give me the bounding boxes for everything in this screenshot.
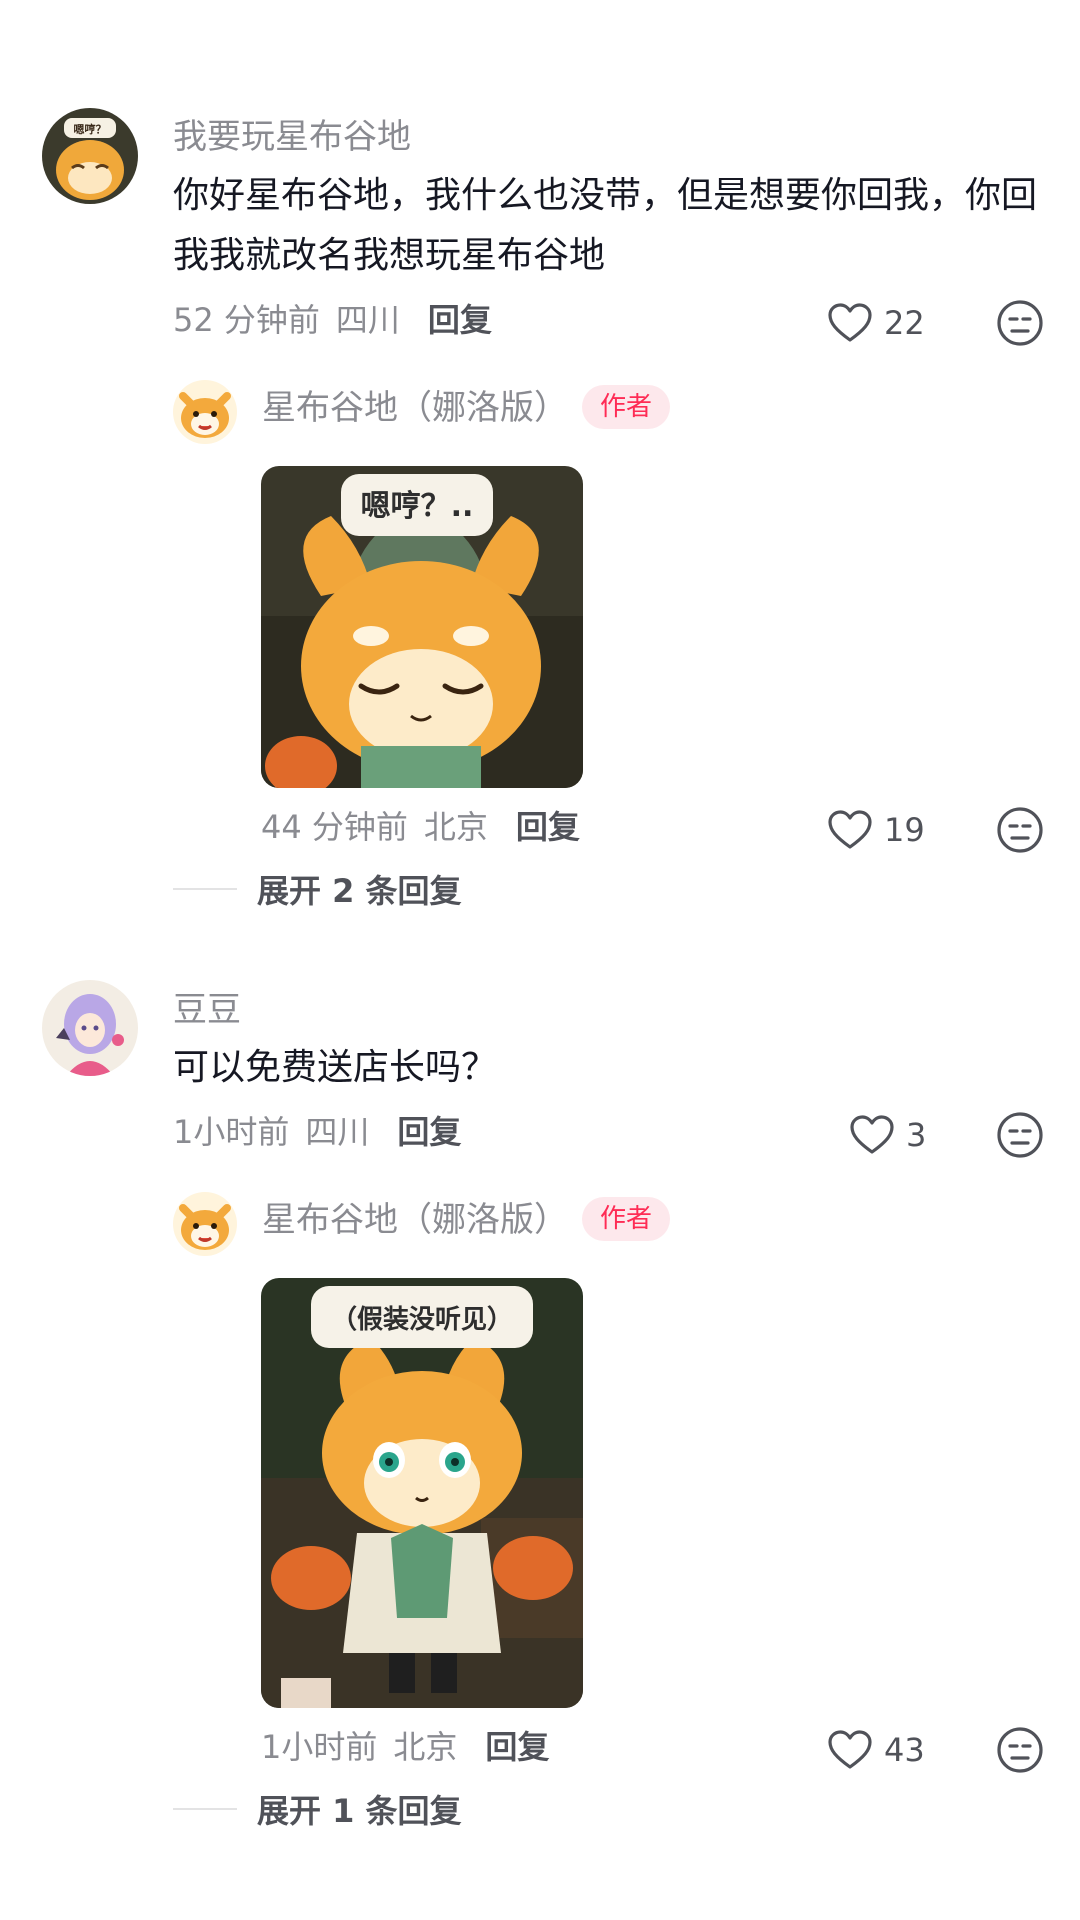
comment-username[interactable]: 豆豆	[173, 988, 241, 1032]
comment-meta: 1小时前 四川 回复	[173, 1110, 461, 1154]
sticker-image[interactable]: 嗯哼？..	[261, 466, 583, 788]
expand-replies-button[interactable]: 展开 2 条回复	[173, 866, 462, 912]
dislike-button[interactable]	[995, 805, 1045, 855]
reply-button[interactable]: 回复	[397, 1113, 461, 1151]
like-count: 3	[906, 1116, 927, 1154]
neutral-face-icon	[997, 1112, 1043, 1158]
heart-outline-icon	[850, 1115, 894, 1154]
sticker-caption: 嗯哼？..	[361, 489, 474, 524]
heart-outline-icon	[828, 1730, 872, 1769]
heart-outline-icon	[828, 303, 872, 342]
author-avatar[interactable]	[173, 1192, 237, 1256]
expand-label: 展开 2 条回复	[257, 872, 462, 910]
neutral-face-icon	[997, 300, 1043, 346]
dislike-button[interactable]	[995, 1725, 1045, 1775]
neutral-face-icon	[997, 1727, 1043, 1773]
author-badge: 作者	[582, 1197, 671, 1241]
neutral-face-icon	[997, 807, 1043, 853]
author-badge: 作者	[582, 385, 671, 429]
like-count: 19	[884, 811, 925, 849]
reply-meta: 44 分钟前 北京 回复	[261, 805, 580, 849]
reply-button[interactable]: 回复	[516, 808, 580, 846]
reply-button[interactable]: 回复	[485, 1728, 549, 1766]
comment-time: 52 分钟前	[173, 301, 320, 339]
reply-username[interactable]: 星布谷地（娜洛版）	[262, 1198, 568, 1242]
heart-outline-icon	[828, 810, 872, 849]
divider-line	[173, 1808, 237, 1810]
reply-username[interactable]: 星布谷地（娜洛版）	[262, 386, 568, 430]
reply-button[interactable]: 回复	[428, 301, 492, 339]
sticker-caption: （假装没听见）	[331, 1305, 513, 1335]
reply-location: 北京	[393, 1728, 458, 1766]
comment-location: 四川	[305, 1113, 370, 1151]
fox-avatar-image	[173, 1192, 237, 1256]
comment-meta: 52 分钟前 四川 回复	[173, 298, 492, 342]
avatar-image: 嗯哼？	[42, 108, 138, 204]
like-button[interactable]: 3	[848, 1111, 926, 1159]
like-count: 22	[884, 304, 925, 342]
avatar-image	[42, 980, 138, 1076]
dislike-button[interactable]	[995, 298, 1045, 348]
like-button[interactable]: 22	[826, 299, 925, 347]
comment-text: 可以免费送店长吗？	[173, 1047, 498, 1088]
author-avatar[interactable]	[173, 380, 237, 444]
divider-line	[173, 888, 237, 890]
avatar[interactable]: 嗯哼？	[42, 108, 138, 204]
fox-avatar-image	[173, 380, 237, 444]
expand-label: 展开 1 条回复	[257, 1792, 462, 1830]
avatar-caption: 嗯哼？	[74, 122, 107, 136]
avatar[interactable]	[42, 980, 138, 1076]
sticker-image[interactable]: （假装没听见）	[261, 1278, 583, 1708]
comment-time: 1小时前	[173, 1113, 290, 1151]
like-count: 43	[884, 1731, 925, 1769]
reply-time: 44 分钟前	[261, 808, 408, 846]
like-button[interactable]: 43	[826, 1726, 925, 1774]
reply-meta: 1小时前 北京 回复	[261, 1725, 549, 1769]
reply-location: 北京	[423, 808, 488, 846]
like-button[interactable]: 19	[826, 806, 925, 854]
expand-replies-button[interactable]: 展开 1 条回复	[173, 1786, 462, 1832]
dislike-button[interactable]	[995, 1110, 1045, 1160]
comment-location: 四川	[335, 301, 400, 339]
comment-text: 你好星布谷地，我什么也没带，但是想要你回我，你回我我就改名我想玩星布谷地	[173, 175, 1038, 276]
reply-time: 1小时前	[261, 1728, 378, 1766]
comment-username[interactable]: 我要玩星布谷地	[173, 115, 411, 159]
